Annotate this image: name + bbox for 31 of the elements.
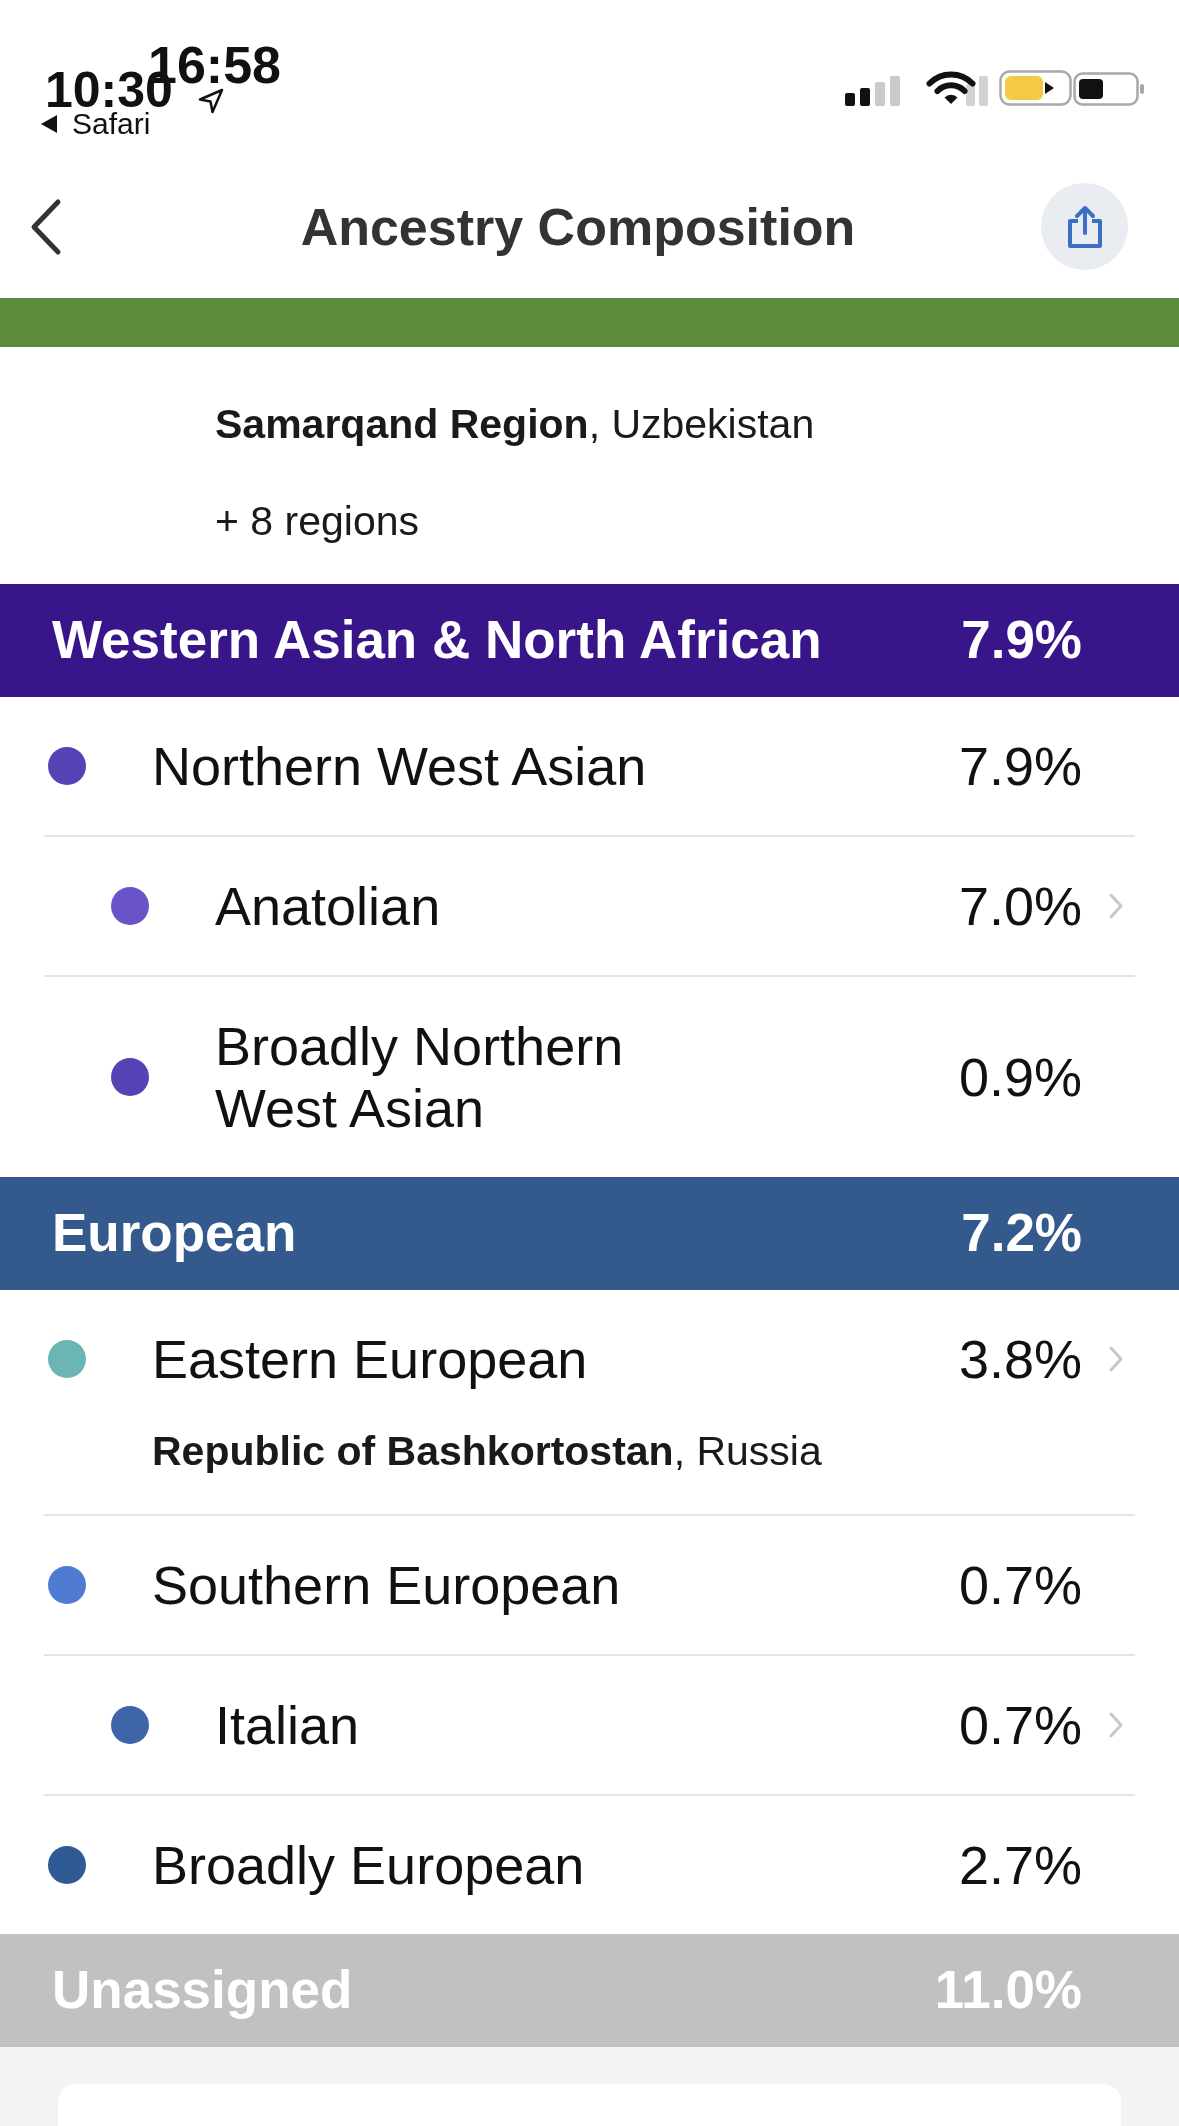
back-to-app-link[interactable]: Safari — [72, 112, 151, 136]
population-name: Southern European — [152, 1554, 621, 1616]
location-arrow-icon — [198, 88, 224, 114]
battery-icon — [1073, 72, 1145, 106]
group-name: European — [52, 1203, 297, 1264]
wifi-icon — [926, 70, 976, 106]
page-title: Ancestry Composition — [300, 196, 856, 257]
population-percent: 0.9% — [958, 1046, 1082, 1108]
share-icon — [1065, 204, 1104, 249]
population-percent: 7.9% — [958, 735, 1082, 797]
population-percent: 3.8% — [958, 1328, 1082, 1390]
battery-icon — [999, 70, 1073, 106]
group-name: Western Asian & North African — [52, 610, 822, 671]
region-text: Samarqand Region, Uzbekistan — [215, 400, 815, 449]
population-name: Eastern European — [152, 1328, 588, 1390]
population-percent: 0.7% — [958, 1554, 1082, 1616]
population-percent: 7.0% — [958, 875, 1082, 937]
population-percent: 2.7% — [958, 1834, 1082, 1896]
population-name: Northern West Asian — [152, 735, 647, 797]
group-percent: 7.9% — [961, 610, 1082, 671]
population-percent: 0.7% — [958, 1694, 1082, 1756]
group-percent: 11.0% — [934, 1960, 1082, 2021]
group-name: Unassigned — [52, 1960, 353, 2021]
group-percent: 7.2% — [961, 1203, 1082, 1264]
population-name: Italian — [215, 1694, 360, 1756]
population-name: Broadly Northern West Asian — [215, 1015, 625, 1139]
region-text: Republic of Bashkortostan, Russia — [152, 1427, 822, 1476]
more-regions-link[interactable]: + 8 regions — [215, 496, 419, 546]
back-triangle-icon[interactable] — [40, 114, 58, 134]
population-name: Anatolian — [215, 875, 441, 937]
population-name: Broadly European — [152, 1834, 585, 1896]
